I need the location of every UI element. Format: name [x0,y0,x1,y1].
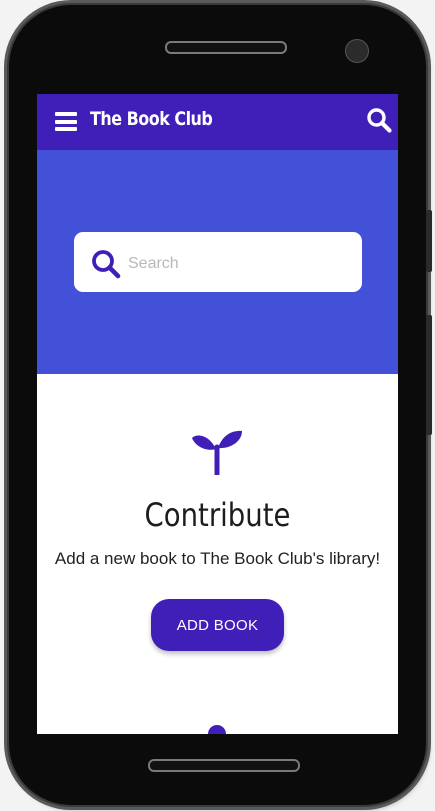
bottom-speaker [148,759,300,772]
search-box[interactable] [74,232,362,292]
front-camera [345,39,369,63]
contribute-description: Add a new book to The Book Club's librar… [54,549,381,568]
app-screen: The Book Club Contribute Add a new book … [37,94,398,734]
app-bar: The Book Club [37,94,398,150]
earpiece-speaker [165,41,287,54]
scroll-indicator-dot [208,725,226,734]
search-icon[interactable] [366,107,392,133]
add-book-button[interactable]: ADD BOOK [151,599,284,651]
app-title: The Book Club [90,108,213,130]
contribute-title: Contribute [144,496,291,534]
volume-button [426,210,432,272]
power-button [426,315,432,435]
search-icon [92,250,121,279]
hero-banner [37,150,398,374]
sprout-icon [192,430,242,475]
search-input[interactable] [126,249,350,279]
menu-icon[interactable] [55,112,77,131]
